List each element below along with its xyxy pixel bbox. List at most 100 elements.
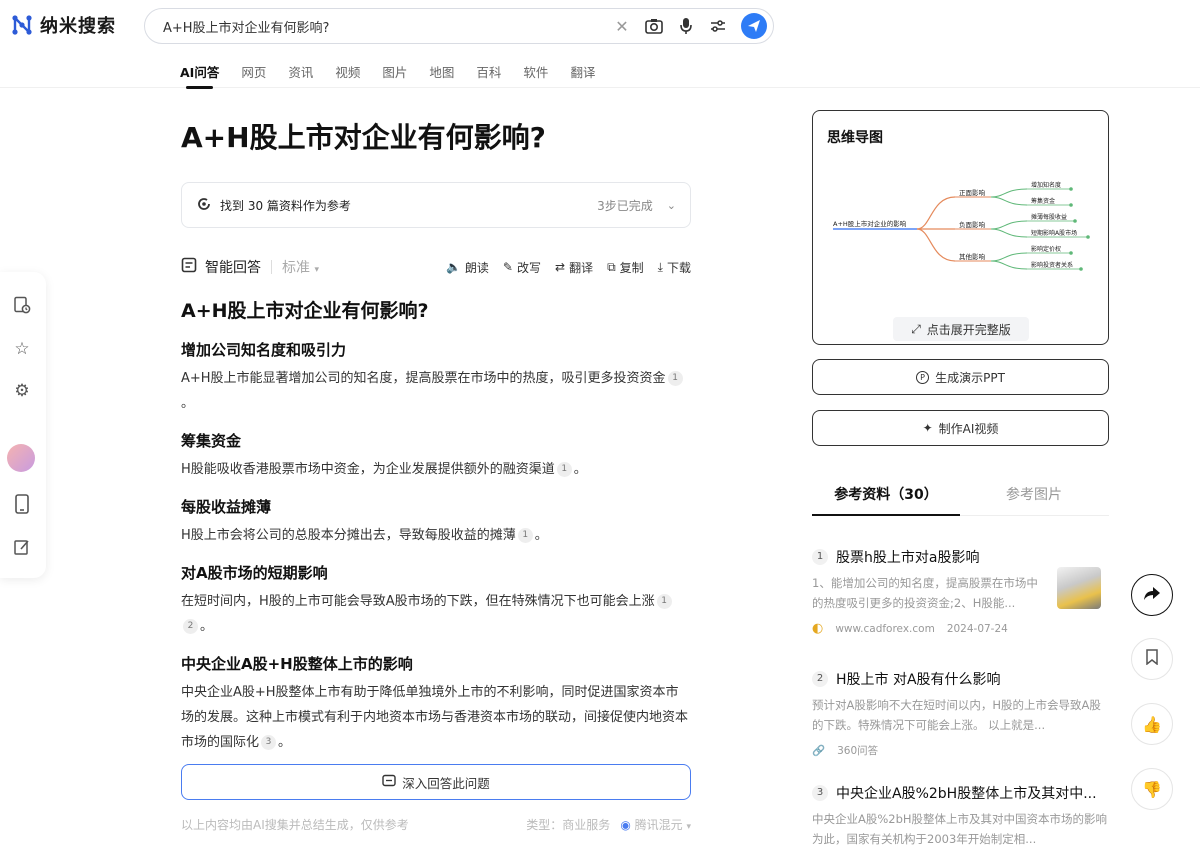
expand-mindmap-button[interactable]: ⤢ 点击展开完整版 <box>893 317 1029 341</box>
tab-ai[interactable]: AI问答 <box>180 62 219 89</box>
tab-news[interactable]: 资讯 <box>288 62 313 87</box>
mode-select[interactable]: 标准 ▾ <box>282 257 319 277</box>
section-text: 中央企业A股+H股整体上市有助于降低单独境外上市的不利影响，同时促进国家资本市场… <box>181 685 689 750</box>
mindmap-title: 思维导图 <box>827 130 883 146</box>
mindmap-diagram: A+H股上市对企业的影响 正面影响 负面影响 其他影响 增加知名度 筹集资金 摊… <box>833 181 1090 271</box>
microphone-icon[interactable] <box>677 17 695 35</box>
search-input[interactable] <box>163 18 613 34</box>
avatar[interactable] <box>7 444 35 472</box>
logo-icon <box>10 13 34 37</box>
mindmap-root: A+H股上市对企业的影响 <box>833 219 907 228</box>
tab-images[interactable]: 图片 <box>382 62 407 87</box>
citation-badge[interactable]: 1 <box>667 371 683 386</box>
citation-badge[interactable]: 1 <box>556 462 572 477</box>
tab-map[interactable]: 地图 <box>429 62 454 87</box>
search-tabs: AI问答 网页 资讯 视频 图片 地图 百科 软件 翻译 <box>180 62 595 89</box>
reference-item[interactable]: 1 股票h股上市对a股影响 1、能增加公司的知名度，提高股票在市场中的热度吸引更多… <box>812 547 1109 636</box>
mindmap-leaf: 筹集资金 <box>1031 197 1055 205</box>
tab-web[interactable]: 网页 <box>241 62 266 87</box>
citation-badge[interactable]: 2 <box>183 619 198 634</box>
mindmap-leaf: 增加知名度 <box>1031 181 1061 189</box>
send-button[interactable] <box>741 13 767 39</box>
answer-section: 中央企业A股+H股整体上市的影响 中央企业A股+H股整体上市有助于降低单独境外上… <box>181 653 691 755</box>
reference-summary[interactable]: 找到 30 篇资料作为参考 3步已完成 ⌄ <box>181 182 691 228</box>
mindmap-leaf: 短期影响A股市场 <box>1031 229 1077 237</box>
generate-ppt-button[interactable]: P 生成演示PPT <box>812 359 1109 395</box>
header: 纳米搜索 ✕ AI问答 网页 资讯 视频 图片 地图 百科 软件 翻译 <box>0 0 1200 89</box>
step-status: 3步已完成 <box>597 198 653 213</box>
model-logo-icon: ◉ <box>620 818 631 832</box>
reference-source: www.cadforex.com <box>835 622 935 635</box>
logo[interactable]: 纳米搜索 <box>10 12 116 38</box>
share-button[interactable] <box>1131 574 1173 616</box>
tab-software[interactable]: 软件 <box>523 62 548 87</box>
tab-translate[interactable]: 翻译 <box>570 62 595 87</box>
search-refresh-icon <box>196 196 212 215</box>
clear-icon[interactable]: ✕ <box>613 17 631 36</box>
reference-number: 2 <box>812 671 828 687</box>
tab-references[interactable]: 参考资料（30） <box>812 472 960 516</box>
translate-icon: ⇄ <box>555 260 566 274</box>
thumbs-down-icon: 👎 <box>1142 779 1162 799</box>
section-text: 在短时间内，H股的上市可能会导致A股市场的下跌，但在特殊情况下也可能会上涨 12。 <box>181 589 691 639</box>
mindmap-branch: 正面影响 <box>959 188 986 197</box>
dislike-button[interactable]: 👎 <box>1131 768 1173 810</box>
citation-badge[interactable]: 1 <box>517 528 533 543</box>
citation-badge[interactable]: 1 <box>656 594 672 609</box>
history-icon[interactable] <box>11 294 33 316</box>
translate-button[interactable]: ⇄ 翻译 <box>555 259 593 276</box>
rewrite-button[interactable]: ✎ 改写 <box>503 259 541 276</box>
expand-icon: ⤢ <box>911 321 921 336</box>
reference-title: 股票h股上市对a股影响 <box>836 550 980 566</box>
mobile-icon[interactable] <box>11 493 33 515</box>
category-text: 类型：商业服务 <box>526 818 611 832</box>
bookmark-button[interactable] <box>1131 638 1173 680</box>
mindmap-leaf: 影响定价权 <box>1031 245 1061 253</box>
answer-section: 对A股市场的短期影响 在短时间内，H股的上市可能会导致A股市场的下跌，但在特殊情… <box>181 562 691 639</box>
answer-section: 每股收益摊薄 H股上市会将公司的总股本分摊出去，导致每股收益的摊薄 1。 <box>181 496 691 548</box>
mindmap-leaf: 摊薄每股收益 <box>1031 213 1067 221</box>
link-icon: 🔗 <box>812 745 826 757</box>
download-button[interactable]: ⤓ 下载 <box>658 259 691 276</box>
caret-down-icon: ▾ <box>686 822 691 832</box>
deep-answer-button[interactable]: 深入回答此问题 <box>181 764 691 800</box>
reference-item[interactable]: 2 H股上市 对A股有什么影响 预计对A股影响不大在短时间以内，H股的上市会导致A… <box>812 669 1109 758</box>
reference-thumbnail[interactable] <box>1057 567 1101 609</box>
tab-video[interactable]: 视频 <box>335 62 360 87</box>
pen-icon: ✎ <box>502 260 513 274</box>
reference-number: 1 <box>812 549 828 565</box>
tab-baike[interactable]: 百科 <box>476 62 501 87</box>
section-text: A+H股上市能显著增加公司的知名度，提高股票在市场中的热度，吸引更多投资资金 1。 <box>181 366 691 416</box>
star-icon[interactable]: ☆ <box>11 338 33 360</box>
copy-button[interactable]: ⧉ 复制 <box>607 259 644 276</box>
edit-icon[interactable] <box>11 536 33 558</box>
section-heading: 对A股市场的短期影响 <box>181 564 328 582</box>
ppt-icon: P <box>916 370 930 384</box>
filter-icon[interactable] <box>709 17 727 35</box>
speaker-icon: 🔈 <box>445 260 461 274</box>
answer-content: A+H股上市对企业有何影响? 增加公司知名度和吸引力 A+H股上市能显著增加公司… <box>181 296 691 769</box>
citation-badge[interactable]: 3 <box>261 735 277 750</box>
reference-tabs: 参考资料（30） 参考图片 <box>812 472 1109 516</box>
reference-item[interactable]: 3 中央企业A股%2bH股整体上市及其对中... 中央企业A股%2bH股整体上市及… <box>812 783 1109 846</box>
divider <box>271 260 272 274</box>
gear-icon[interactable]: ⚙ <box>11 380 33 402</box>
mindmap-branch: 负面影响 <box>959 220 986 229</box>
chevron-down-icon[interactable]: ⌄ <box>667 199 676 212</box>
tab-reference-images[interactable]: 参考图片 <box>960 472 1108 515</box>
footer-note: 以上内容均由AI搜集并总结生成，仅供参考 类型：商业服务 ◉ 腾讯混元 ▾ <box>181 816 691 833</box>
model-select[interactable]: ◉ 腾讯混元 ▾ <box>620 816 691 833</box>
camera-icon[interactable] <box>645 17 663 35</box>
chat-icon <box>382 774 396 791</box>
section-text: H股上市会将公司的总股本分摊出去，导致每股收益的摊薄 1。 <box>181 528 548 543</box>
mindmap-card[interactable]: 思维导图 A+H股上市对企业的影响 正面影响 负面影响 其他影响 增加知名度 筹… <box>812 110 1109 345</box>
page-title: A+H股上市对企业有何影响? <box>181 121 546 154</box>
make-ai-video-button[interactable]: ✦ 制作AI视频 <box>812 410 1109 446</box>
mindmap-leaf: 影响投资者关系 <box>1031 261 1073 269</box>
reference-count: 找到 30 篇资料作为参考 <box>220 198 351 213</box>
read-aloud-button[interactable]: 🔈 朗读 <box>446 259 489 276</box>
like-button[interactable]: 👍 <box>1131 703 1173 745</box>
sparkle-icon: ✦ <box>922 421 933 435</box>
reference-title: 中央企业A股%2bH股整体上市及其对中... <box>836 786 1097 802</box>
answer-title: A+H股上市对企业有何影响? <box>181 300 429 322</box>
